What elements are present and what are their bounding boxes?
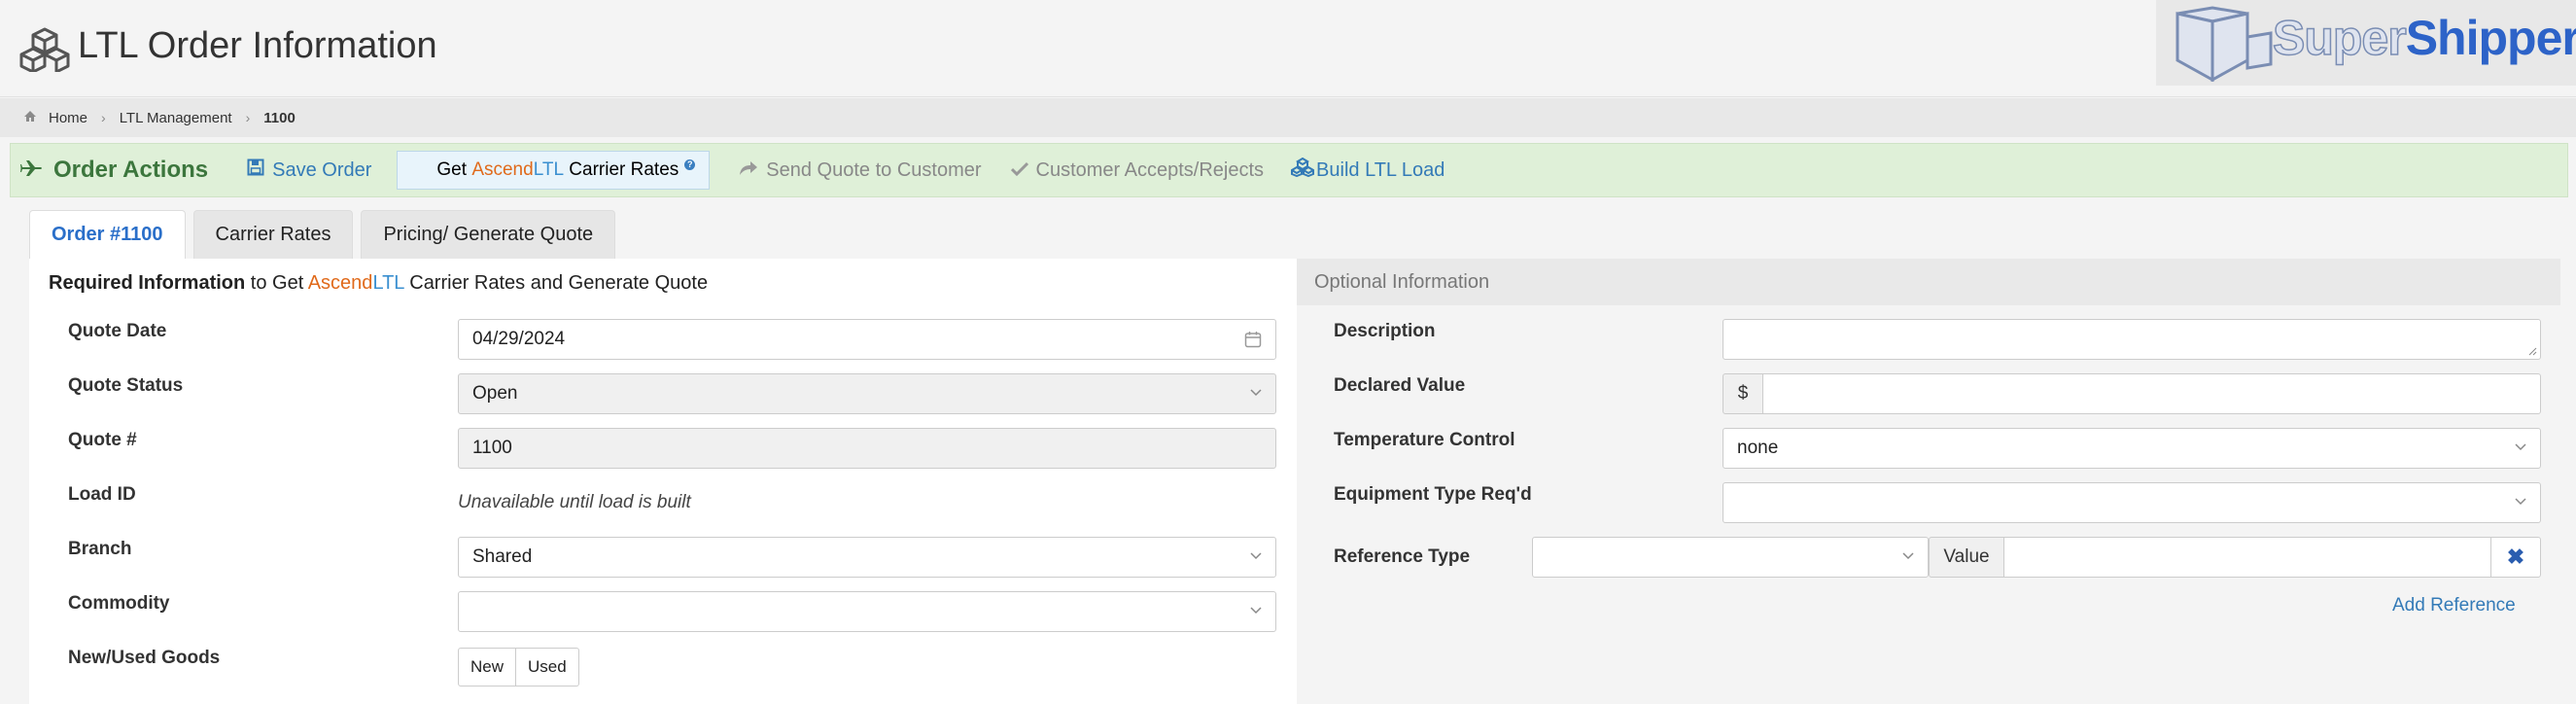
page-header: LTL Order Information SuperShippers xyxy=(0,0,2576,97)
boxes-icon xyxy=(19,27,70,72)
get-prefix: Get xyxy=(436,159,472,180)
load-id-value: Unavailable until load is built xyxy=(458,492,691,512)
breadcrumb: Home › LTL Management › 1100 xyxy=(0,98,2576,137)
chevron-down-icon xyxy=(1250,552,1262,560)
required-information-title: Required Information to Get AscendLTL Ca… xyxy=(49,272,708,295)
required-information-panel: Required Information to Get AscendLTL Ca… xyxy=(29,259,1297,704)
plane-icon xyxy=(20,157,44,184)
quote-status-label: Quote Status xyxy=(68,375,184,396)
ltl-text: LTL xyxy=(533,159,565,180)
save-order-label: Save Order xyxy=(272,158,372,181)
chevron-down-icon xyxy=(1902,552,1914,560)
tab-pricing-generate-quote[interactable]: Pricing/ Generate Quote xyxy=(361,210,616,259)
load-id-label: Load ID xyxy=(68,484,136,505)
calendar-icon[interactable] xyxy=(1244,331,1262,348)
order-actions-label: Order Actions xyxy=(53,157,209,183)
breadcrumb-ltl-management[interactable]: LTL Management xyxy=(120,110,232,126)
logo-box-icon xyxy=(2176,6,2273,82)
breadcrumb-current: 1100 xyxy=(263,109,296,126)
chevron-down-icon xyxy=(1250,389,1262,397)
check-icon xyxy=(1010,159,1028,182)
tab-order[interactable]: Order #1100 xyxy=(29,210,186,259)
send-quote-label: Send Quote to Customer xyxy=(766,158,982,181)
description-label: Description xyxy=(1334,321,1436,341)
commodity-label: Commodity xyxy=(68,593,170,614)
resize-handle-icon[interactable] xyxy=(2527,346,2537,356)
new-used-toggle: New Used xyxy=(458,648,579,686)
chevron-down-icon xyxy=(2515,443,2526,451)
logo-text-shippers: Shippers xyxy=(2405,11,2576,65)
customer-accepts-label: Customer Accepts/Rejects xyxy=(1035,158,1265,181)
build-ltl-load-button[interactable]: Build LTL Load xyxy=(1290,157,1445,183)
optional-information-title: Optional Information xyxy=(1297,259,2560,305)
required-title-end: Carrier Rates and Generate Quote xyxy=(403,272,709,294)
required-title-bold: Required Information xyxy=(49,272,246,294)
quote-number-value: 1100 xyxy=(472,438,512,458)
order-tabs: Order #1100 Carrier Rates Pricing/ Gener… xyxy=(29,210,616,259)
temperature-control-select[interactable]: none xyxy=(1723,428,2541,469)
temperature-control-value: none xyxy=(1737,438,1779,458)
reference-value-input[interactable] xyxy=(2003,537,2491,578)
reference-type-select[interactable] xyxy=(1532,537,1929,578)
reference-type-label: Reference Type xyxy=(1334,546,1471,567)
customer-accepts-button[interactable]: Customer Accepts/Rejects xyxy=(1010,158,1265,182)
ascend-text: Ascend xyxy=(307,272,373,294)
new-used-goods-label: New/Used Goods xyxy=(68,648,221,668)
get-carrier-rates-button[interactable]: Get Ascend LTL Carrier Rates ? xyxy=(397,151,711,190)
quote-date-value: 04/29/2024 xyxy=(472,329,566,349)
value-addon: Value xyxy=(1929,537,2004,578)
close-icon: ✖ xyxy=(2506,545,2525,569)
quote-date-input[interactable]: 04/29/2024 xyxy=(458,319,1276,360)
declared-value-label: Declared Value xyxy=(1334,375,1466,396)
used-button[interactable]: Used xyxy=(516,648,579,686)
optional-information-panel: Optional Information Description Declare… xyxy=(1297,259,2560,704)
branch-value: Shared xyxy=(472,546,533,567)
remove-reference-button[interactable]: ✖ xyxy=(2490,537,2541,578)
quote-status-select[interactable]: Open xyxy=(458,373,1276,414)
ltl-text: LTL xyxy=(372,272,404,294)
chevron-right-icon: › xyxy=(101,110,106,125)
quote-number-label: Quote # xyxy=(68,430,137,450)
declared-value-input[interactable] xyxy=(1762,373,2541,414)
home-icon xyxy=(23,110,37,125)
equipment-type-select[interactable] xyxy=(1723,482,2541,523)
quote-number-input[interactable]: 1100 xyxy=(458,428,1276,469)
super-shippers-logo: SuperShippers xyxy=(2156,0,2576,86)
chevron-down-icon xyxy=(2515,498,2526,506)
carrier-rates-suffix: Carrier Rates xyxy=(564,159,679,180)
branch-label: Branch xyxy=(68,539,132,559)
new-button[interactable]: New xyxy=(458,648,517,686)
build-ltl-load-label: Build LTL Load xyxy=(1316,158,1445,181)
order-actions-bar: Order Actions Save Order Get Ascend LTL C… xyxy=(10,143,2568,197)
page-title: LTL Order Information xyxy=(78,25,437,66)
branch-select[interactable]: Shared xyxy=(458,537,1276,578)
cubes-icon xyxy=(1290,157,1315,183)
ascend-text: Ascend xyxy=(471,159,534,180)
logo-text-super: Super xyxy=(2272,10,2407,66)
description-textarea[interactable] xyxy=(1723,319,2541,360)
save-order-button[interactable]: Save Order xyxy=(247,158,371,182)
chevron-down-icon xyxy=(1250,607,1262,615)
currency-addon: $ xyxy=(1723,373,1763,414)
quote-date-label: Quote Date xyxy=(68,321,167,341)
tab-carrier-rates[interactable]: Carrier Rates xyxy=(192,210,354,259)
equipment-type-label: Equipment Type Req'd xyxy=(1334,484,1532,505)
breadcrumb-home[interactable]: Home xyxy=(49,110,87,126)
temperature-control-label: Temperature Control xyxy=(1334,430,1515,450)
chevron-right-icon: › xyxy=(245,110,251,125)
quote-status-value: Open xyxy=(472,383,518,404)
save-icon xyxy=(247,158,264,182)
order-actions-title: Order Actions xyxy=(20,157,208,184)
required-title-mid: to Get xyxy=(245,272,308,294)
help-icon[interactable]: ? xyxy=(684,158,696,170)
share-arrow-icon xyxy=(739,159,758,182)
add-reference-link[interactable]: Add Reference xyxy=(2392,595,2516,616)
send-quote-button[interactable]: Send Quote to Customer xyxy=(739,158,982,182)
commodity-select[interactable] xyxy=(458,591,1276,632)
